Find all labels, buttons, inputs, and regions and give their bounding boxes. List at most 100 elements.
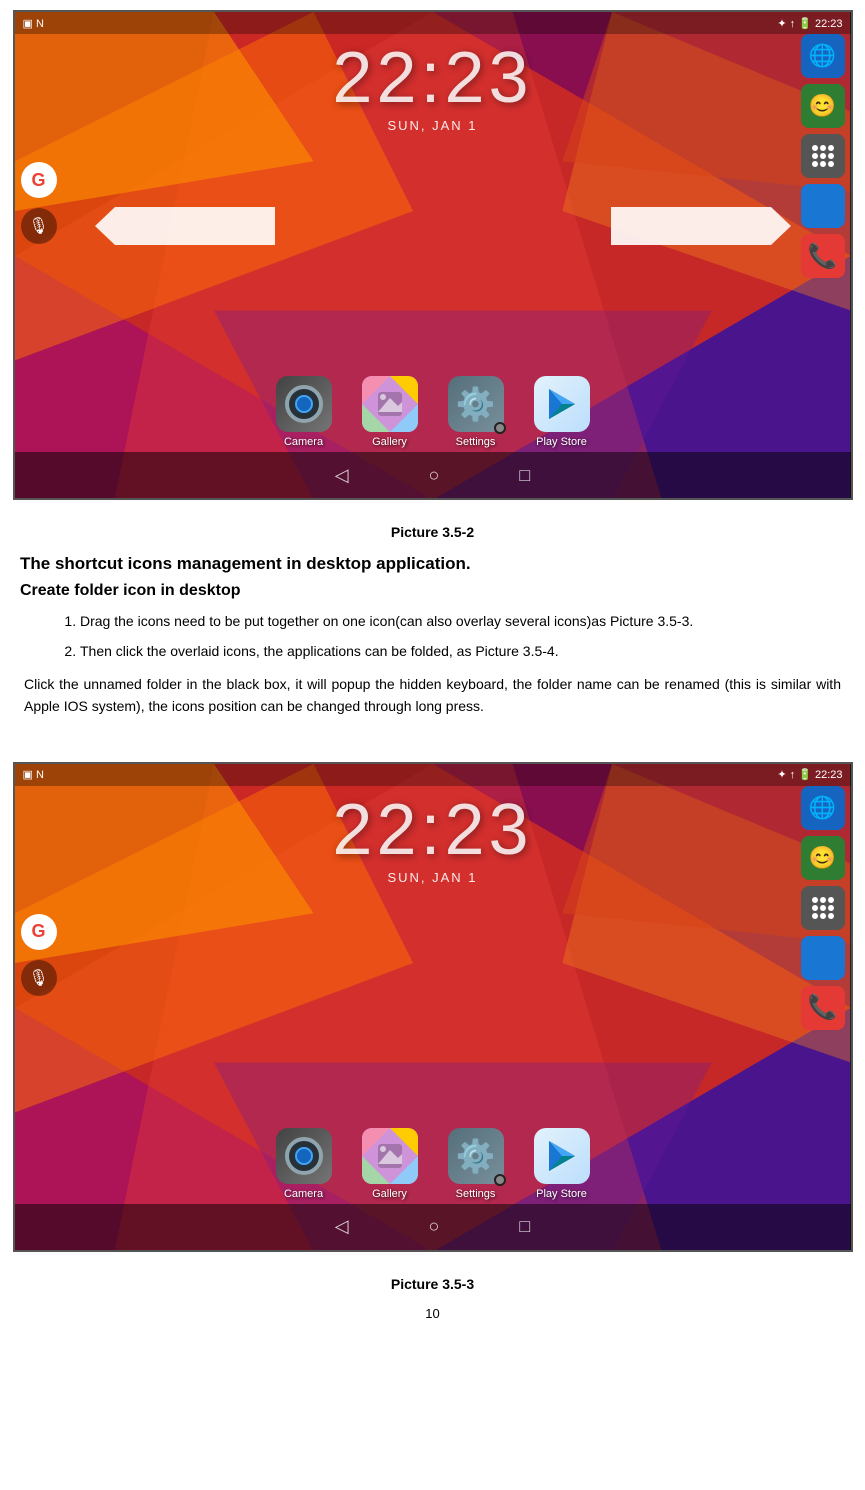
- app-gallery-icon-2[interactable]: [362, 1128, 418, 1184]
- arrow-left-shape: [115, 207, 275, 245]
- dock-grid-icon[interactable]: [801, 134, 845, 178]
- phone-icon: 📞: [808, 242, 838, 271]
- playstore-svg-2: [543, 1137, 581, 1175]
- google-g-icon-2: G: [31, 921, 45, 942]
- left-dock-2: G 🎙: [21, 914, 57, 996]
- android-screen-1: ▣ N ✦ ↑ 🔋 22:23 22:23 SUN, JAN 1 🌐 😊: [13, 10, 853, 500]
- right-dock-2: 🌐 😊 👤 📞: [801, 786, 845, 1030]
- status-icons-left-2: ▣ N: [23, 768, 44, 781]
- swipe-arrows: [115, 207, 771, 245]
- mic-icon-2[interactable]: 🎙: [21, 960, 57, 996]
- dock-globe-icon-2[interactable]: 🌐: [801, 786, 845, 830]
- heading-sub: Create folder icon in desktop: [20, 582, 845, 600]
- status-right-2: ✦ ↑ 🔋 22:23: [777, 768, 842, 781]
- google-icon-2[interactable]: G: [21, 914, 57, 950]
- app-camera-label-2: Camera: [284, 1188, 323, 1200]
- dock-smiley-icon[interactable]: 😊: [801, 84, 845, 128]
- nav-home-button[interactable]: ○: [429, 465, 440, 486]
- page-content-2: Picture 3.5-3 10: [0, 1262, 865, 1349]
- mic-icon[interactable]: 🎙: [21, 208, 57, 244]
- clock-area-2: 22:23 SUN, JAN 1: [15, 794, 851, 885]
- google-icon[interactable]: G: [21, 162, 57, 198]
- app-camera-wrap-2[interactable]: Camera: [276, 1128, 332, 1200]
- arrow-left: [115, 207, 275, 245]
- page-content: Picture 3.5-2 The shortcut icons managem…: [0, 510, 865, 752]
- nav-back-button-2[interactable]: ◁: [335, 1216, 349, 1237]
- nav-recent-button-2[interactable]: □: [519, 1216, 530, 1237]
- gallery-svg: [362, 376, 418, 432]
- dock-person-icon-2[interactable]: 👤: [801, 936, 845, 980]
- settings-gear-icon-2: ⚙️: [456, 1137, 496, 1175]
- status-icons-right-2: ✦ ↑ 🔋 22:23: [777, 768, 842, 781]
- app-playstore-icon[interactable]: [534, 376, 590, 432]
- app-gallery-wrap[interactable]: Gallery: [362, 376, 418, 448]
- clock-date-2: SUN, JAN 1: [387, 870, 477, 885]
- status-icons-right: ✦ ↑ 🔋 22:23: [777, 17, 842, 30]
- dock-phone-icon-2[interactable]: 📞: [801, 986, 845, 1030]
- app-playstore-wrap-2[interactable]: Play Store: [534, 1128, 590, 1200]
- app-settings-wrap-2[interactable]: ⚙️ Settings: [448, 1128, 504, 1200]
- phone-icon-2: 📞: [808, 993, 838, 1022]
- microphone-icon-2: 🎙: [28, 968, 48, 988]
- caption-1: Picture 3.5-2: [20, 524, 845, 540]
- app-playstore-label-2: Play Store: [536, 1188, 587, 1200]
- app-gallery-label-2: Gallery: [372, 1188, 407, 1200]
- right-dock-1: 🌐 😊 👤 📞: [801, 34, 845, 278]
- app-settings-icon-2[interactable]: ⚙️: [448, 1128, 504, 1184]
- status-left-2: ▣ N: [23, 768, 44, 781]
- globe-icon: 🌐: [809, 43, 836, 69]
- steps-list: Drag the icons need to be put together o…: [80, 610, 845, 663]
- heading-main: The shortcut icons management in desktop…: [20, 554, 845, 574]
- google-g-icon: G: [31, 170, 45, 191]
- nav-recent-button[interactable]: □: [519, 465, 530, 486]
- app-playstore-wrap[interactable]: Play Store: [534, 376, 590, 448]
- status-right-1: ✦ ↑ 🔋 22:23: [777, 17, 842, 30]
- dock-grid-icon-2[interactable]: [801, 886, 845, 930]
- dock-globe-icon[interactable]: 🌐: [801, 34, 845, 78]
- app-settings-icon[interactable]: ⚙️: [448, 376, 504, 432]
- settings-dot-indicator-2: [494, 1174, 506, 1186]
- app-camera-icon[interactable]: [276, 376, 332, 432]
- status-icons-left: ▣ N: [23, 17, 44, 30]
- gallery-svg-2: [362, 1128, 418, 1184]
- dock-person-icon[interactable]: 👤: [801, 184, 845, 228]
- app-playstore-label: Play Store: [536, 436, 587, 448]
- grid-dots-icon: [812, 145, 834, 167]
- status-left-1: ▣ N: [23, 17, 44, 30]
- android-screen-2: ▣ N ✦ ↑ 🔋 22:23 22:23 SUN, JAN 1 🌐 😊 👤: [13, 762, 853, 1252]
- grid-dots-icon-2: [812, 897, 834, 919]
- nav-bar-2: ◁ ○ □: [15, 1204, 851, 1250]
- playstore-svg: [543, 385, 581, 423]
- arrow-right-shape: [611, 207, 771, 245]
- body-paragraph: Click the unnamed folder in the black bo…: [20, 673, 845, 718]
- camera-lens-inner-2: [295, 1147, 313, 1165]
- status-bar-2: ▣ N ✦ ↑ 🔋 22:23: [15, 764, 851, 786]
- globe-icon-2: 🌐: [809, 795, 836, 821]
- smiley-icon-2: 😊: [809, 845, 836, 871]
- app-gallery-wrap-2[interactable]: Gallery: [362, 1128, 418, 1200]
- bottom-apps-2: Camera Gallery ⚙️: [15, 1128, 851, 1200]
- dock-smiley-icon-2[interactable]: 😊: [801, 836, 845, 880]
- nav-home-button-2[interactable]: ○: [429, 1216, 440, 1237]
- app-settings-label: Settings: [456, 436, 496, 448]
- dock-phone-icon[interactable]: 📞: [801, 234, 845, 278]
- camera-lens-inner: [295, 395, 313, 413]
- microphone-icon: 🎙: [28, 216, 48, 236]
- app-playstore-icon-2[interactable]: [534, 1128, 590, 1184]
- status-bar-1: ▣ N ✦ ↑ 🔋 22:23: [15, 12, 851, 34]
- app-gallery-icon[interactable]: [362, 376, 418, 432]
- app-camera-label: Camera: [284, 436, 323, 448]
- step-2: Then click the overlaid icons, the appli…: [80, 640, 845, 662]
- clock-time-1: 22:23: [332, 42, 532, 114]
- clock-date-1: SUN, JAN 1: [387, 118, 477, 133]
- step-1: Drag the icons need to be put together o…: [80, 610, 845, 632]
- person-icon: 👤: [808, 192, 838, 221]
- clock-time-2: 22:23: [332, 794, 532, 866]
- app-gallery-label: Gallery: [372, 436, 407, 448]
- app-settings-label-2: Settings: [456, 1188, 496, 1200]
- app-camera-wrap[interactable]: Camera: [276, 376, 332, 448]
- clock-area-1: 22:23 SUN, JAN 1: [15, 42, 851, 133]
- app-settings-wrap[interactable]: ⚙️ Settings: [448, 376, 504, 448]
- nav-back-button[interactable]: ◁: [335, 465, 349, 486]
- app-camera-icon-2[interactable]: [276, 1128, 332, 1184]
